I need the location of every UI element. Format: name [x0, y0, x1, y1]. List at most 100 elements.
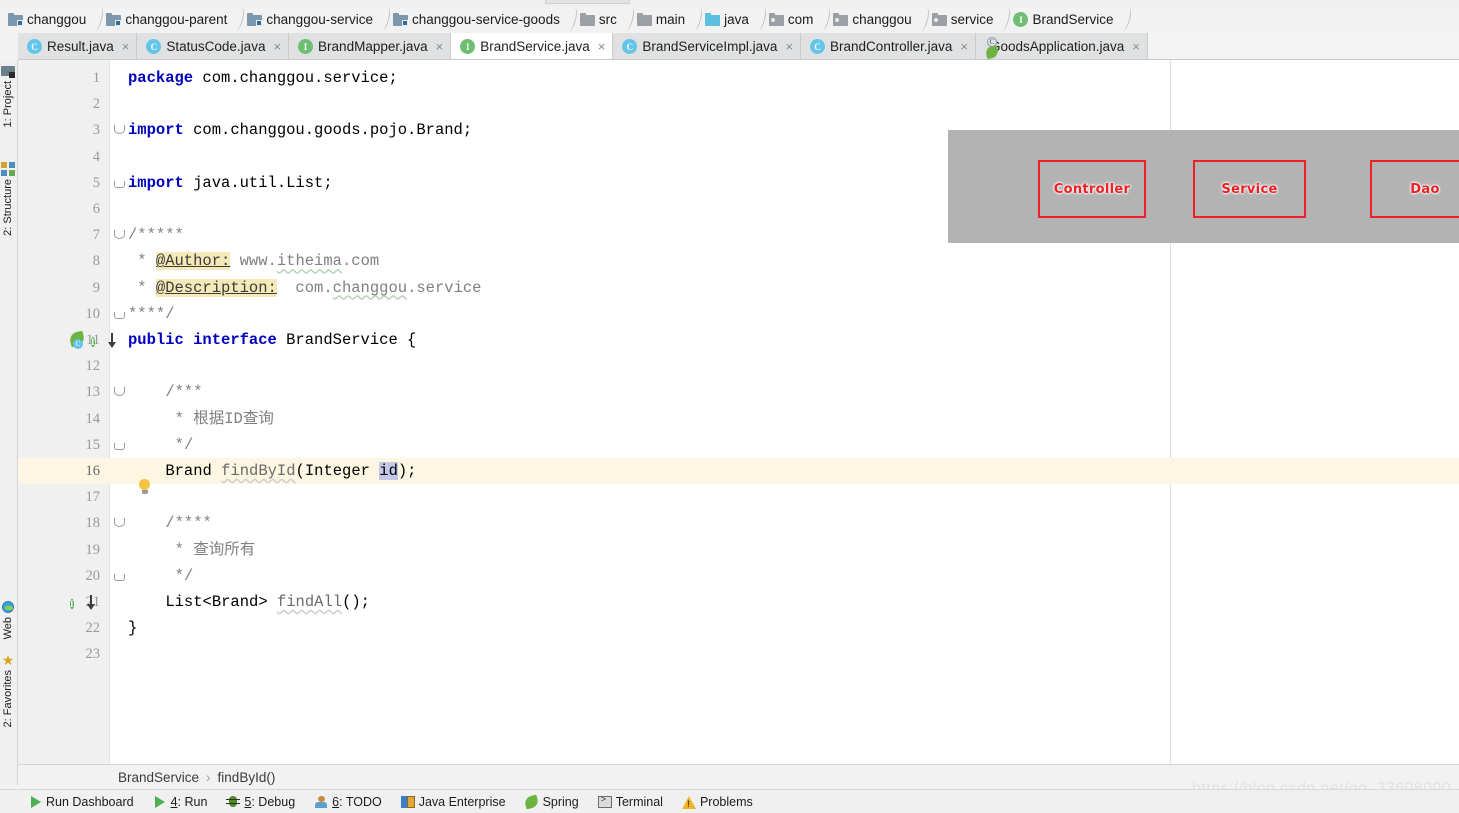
code-line-row[interactable]: 2 [18, 91, 1459, 117]
code-line-row[interactable]: 10 ****/ [18, 301, 1459, 327]
code-token: com.changgou.service; [193, 69, 398, 87]
code-token: com. [276, 278, 333, 297]
editor-status-breadcrumb[interactable]: BrandService › findById() [18, 764, 1459, 789]
close-icon[interactable]: × [960, 39, 968, 54]
bottom-bar-button-mnemonic: 5 [244, 794, 252, 809]
line-number: 17 [85, 489, 101, 506]
breadcrumb-navigation-bar[interactable]: changgou changgou-parent changgou-service c… [0, 6, 1459, 33]
bottom-bar-button-problems[interactable]: Problems [681, 795, 753, 809]
left-tool-window-strip[interactable]: 1: Project 2: Structure Web 2: Favorites ★ [0, 60, 18, 785]
bottom-bar-button-spring[interactable]: Spring [523, 794, 579, 809]
close-icon[interactable]: × [598, 39, 606, 54]
code-line-row[interactable]: 17 [18, 484, 1459, 510]
code-token: (); [342, 593, 370, 611]
status-breadcrumb-item[interactable]: findById() [218, 770, 276, 785]
code-line-text[interactable]: Brand findById(Integer id); [165, 458, 416, 484]
editor-tab-result[interactable]: C Result.java × [18, 33, 138, 59]
bottom-tool-window-bar[interactable]: Run Dashboard 4: Run 5: Debug 6: TODO Java E… [0, 789, 1459, 813]
close-icon[interactable]: × [436, 39, 444, 54]
tool-window-button-web[interactable]: Web [1, 600, 15, 639]
breadcrumb-item-changgou-service[interactable]: changgou-service [245, 6, 377, 33]
breadcrumb-item-changgou-service-goods[interactable]: changgou-service-goods [391, 6, 564, 33]
line-number: 7 [92, 227, 100, 244]
code-content[interactable]: 1 package com.changgou.service; 2 3 import c… [18, 60, 1459, 662]
line-number: 13 [85, 384, 101, 401]
code-line-row[interactable]: 12 [18, 353, 1459, 379]
breadcrumb-item-changgou[interactable]: changgou [831, 6, 915, 33]
code-line-row[interactable]: 1 package com.changgou.service; [18, 65, 1459, 91]
code-line-row[interactable]: 14 * 根据ID查询 [18, 406, 1459, 432]
breadcrumb-item-changgou[interactable]: changgou [6, 6, 90, 33]
code-token: changgou [332, 278, 408, 297]
code-line-row[interactable]: 22} [18, 615, 1459, 641]
code-fold-close-icon[interactable] [114, 573, 125, 581]
close-icon[interactable]: × [273, 39, 281, 54]
code-line-row[interactable]: 19 * 查询所有 [18, 537, 1459, 563]
code-fold-close-icon[interactable] [114, 180, 125, 188]
code-line-row[interactable]: 23 [18, 641, 1459, 667]
code-line-text[interactable]: /**** [165, 510, 212, 536]
bottom-bar-button-debug[interactable]: 5: Debug [226, 795, 295, 809]
bottom-bar-button-rundashboard[interactable]: Run Dashboard [28, 795, 134, 809]
editor-tab-brandserviceimpl[interactable]: C BrandServiceImpl.java × [613, 33, 802, 59]
editor-tab-bar[interactable]: C Result.java × C StatusCode.java × I BrandMapp… [18, 33, 1459, 60]
editor-tab-statuscode[interactable]: C StatusCode.java × [137, 33, 290, 59]
code-line-row[interactable]: 13 /*** [18, 379, 1459, 405]
code-line-text[interactable]: */ [175, 563, 194, 589]
code-line-text[interactable]: /*** [165, 379, 202, 405]
close-icon[interactable]: × [785, 39, 793, 54]
breadcrumb-item-service[interactable]: service [930, 6, 998, 33]
code-line-text[interactable]: * 根据ID查询 [175, 406, 274, 432]
breadcrumb-item-java[interactable]: java [703, 6, 753, 33]
code-line-row[interactable]: 16 Brand findById(Integer id); [18, 458, 1459, 485]
code-line-text[interactable]: import java.util.List; [128, 170, 333, 196]
code-line-row[interactable]: 8 * @Author: www.itheima.com [18, 248, 1459, 274]
code-line-text[interactable]: List<Brand> findAll(); [165, 589, 370, 615]
editor-tab-brandmapper[interactable]: I BrandMapper.java × [289, 33, 452, 59]
code-token: public interface [128, 331, 277, 349]
code-line-row[interactable]: 11public interface BrandService { [18, 327, 1459, 353]
code-fold-close-icon[interactable] [114, 311, 125, 319]
close-icon[interactable]: × [122, 39, 130, 54]
bottom-bar-button-run[interactable]: 4: Run [153, 795, 207, 809]
breadcrumb-item-com[interactable]: com [767, 6, 818, 33]
code-line-text[interactable]: public interface BrandService { [128, 327, 416, 353]
code-line-text[interactable]: ****/ [128, 301, 175, 327]
code-line-row[interactable]: 15 */ [18, 432, 1459, 458]
close-icon[interactable]: × [1132, 39, 1140, 54]
code-line-row[interactable]: 20 */ [18, 563, 1459, 589]
code-line-row[interactable]: 9 * @Description: com.changgou.service [18, 275, 1459, 301]
status-breadcrumb-item[interactable]: BrandService [118, 770, 199, 785]
bottom-bar-button-javaenterprise[interactable]: Java Enterprise [400, 795, 506, 809]
breadcrumb-item-changgou-parent[interactable]: changgou-parent [104, 6, 231, 33]
editor-tab-goodsapplication[interactable]: C GoodsApplication.java × [975, 33, 1148, 59]
code-line-text[interactable]: /***** [128, 222, 184, 248]
implemented-by-icon[interactable]: I [70, 594, 96, 610]
code-line-row[interactable]: 21 List<Brand> findAll(); [18, 589, 1459, 615]
code-line-text[interactable]: * 查询所有 [175, 537, 256, 563]
implemented-by-icon[interactable]: I [91, 332, 117, 348]
breadcrumb-item-label: changgou-service-goods [411, 12, 560, 27]
editor-tab-brandservice[interactable]: I BrandService.java × [451, 33, 614, 59]
code-line-text[interactable]: package com.changgou.service; [128, 65, 398, 91]
code-line-text[interactable]: import com.changgou.goods.pojo.Brand; [128, 117, 472, 143]
code-line-text[interactable]: * @Author: www.itheima.com [128, 248, 379, 274]
tool-window-button-2-structure[interactable]: 2: Structure [1, 162, 15, 236]
code-token: @Description: [155, 278, 277, 297]
bottom-bar-button-terminal[interactable]: Terminal [597, 795, 663, 809]
code-line-text[interactable]: } [128, 615, 137, 641]
code-line-row[interactable]: 18 /**** [18, 510, 1459, 536]
breadcrumb-item-src[interactable]: src [578, 6, 621, 33]
code-line-text[interactable]: * @Description: com.changgou.service [128, 275, 481, 301]
editor-tab-brandcontroller[interactable]: C BrandController.java × [801, 33, 976, 59]
tool-window-button-1-project[interactable]: 1: Project [1, 64, 15, 127]
code-line-text[interactable]: */ [175, 432, 194, 458]
spring-bean-icon[interactable]: C [68, 330, 86, 349]
tool-window-button-2-favorites[interactable]: 2: Favorites ★ [1, 653, 15, 727]
bottom-bar-button-todo[interactable]: 6: TODO [314, 795, 382, 809]
code-fold-close-icon[interactable] [114, 442, 125, 450]
line-number: 9 [92, 279, 100, 296]
breadcrumb-item-brandservice[interactable]: I BrandService [1011, 6, 1117, 33]
breadcrumb-item-label: changgou-service [266, 12, 373, 27]
breadcrumb-item-main[interactable]: main [635, 6, 689, 33]
